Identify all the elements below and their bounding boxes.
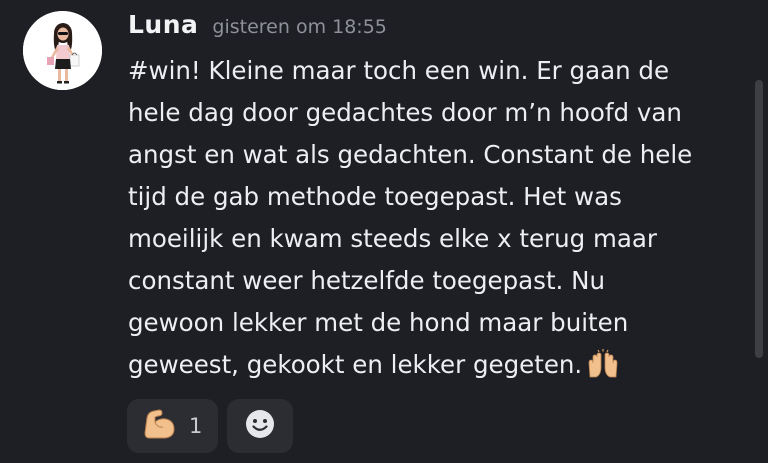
chat-message: Luna gisteren om 18:55 #win! Kleine maar…: [0, 0, 768, 463]
smiley-add-reaction-icon: [243, 407, 277, 445]
reaction-flexed-biceps[interactable]: 1: [127, 399, 218, 453]
message-timestamp: gisteren om 18:55: [212, 16, 387, 38]
reaction-count: 1: [189, 414, 203, 438]
user-avatar[interactable]: [23, 11, 102, 90]
avatar-illustration: [23, 11, 102, 90]
flexed-biceps-icon: [143, 408, 177, 444]
message-header: Luna gisteren om 18:55: [128, 10, 387, 46]
message-text: #win! Kleine maar toch een win. Er gaan …: [128, 56, 693, 379]
reactions-bar: 1: [127, 399, 293, 453]
add-reaction-button[interactable]: [227, 399, 293, 453]
message-body: #win! Kleine maar toch een win. Er gaan …: [128, 50, 740, 386]
scrollbar-thumb[interactable]: [755, 80, 763, 358]
raised-hands-icon: [586, 349, 620, 379]
username[interactable]: Luna: [128, 10, 198, 39]
